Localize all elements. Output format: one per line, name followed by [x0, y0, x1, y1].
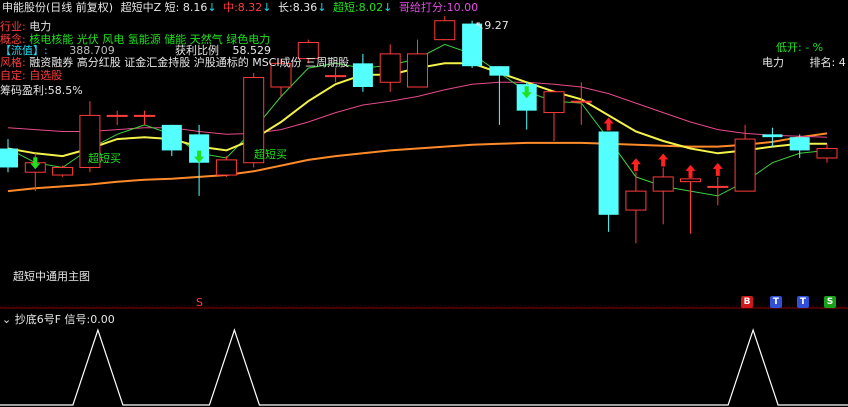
high-price-marker: ↖9.27	[475, 19, 509, 33]
ultra-label: 超短:	[332, 1, 359, 14]
ultra-value: 8.02	[358, 1, 384, 14]
short-label: 短:	[164, 1, 180, 14]
candle-body	[407, 53, 428, 88]
ma-mid-line	[7, 81, 828, 138]
sector-rank-row: 电力 排名: 4	[762, 56, 846, 70]
buy-signal-label: 超短买	[88, 152, 121, 165]
candle-body	[707, 185, 729, 188]
candle-body	[680, 178, 701, 183]
custom-label: 自定:	[0, 69, 26, 82]
indicator-name: 超短中Z	[120, 1, 162, 14]
sub-panel-header: ⌄ 抄底6号F 信号:0.00	[2, 313, 115, 327]
candle-body	[434, 20, 456, 41]
candle-body	[762, 134, 783, 138]
stock-title: 申能股份(日线 前复权)	[2, 1, 114, 14]
score-value: 10.00	[446, 1, 479, 14]
b-button[interactable]: B	[741, 296, 753, 308]
collapse-icon[interactable]: ⌄	[2, 313, 11, 326]
main-chart-name: 超短中通用主图	[13, 270, 90, 283]
buy-signal-label: 超短买	[254, 148, 287, 161]
signal-line	[0, 328, 848, 406]
rank-label: 排名:	[809, 56, 836, 69]
chip-label: 筹码盈利:	[0, 84, 48, 97]
style-value: 融资融券 高分红股 证金汇金持股 沪股通标的 MSCI成份 三周期股	[29, 56, 350, 69]
sector-value: 电力	[762, 56, 784, 69]
t-button[interactable]: T	[770, 296, 782, 308]
down-arrow-icon: ↓	[383, 1, 393, 14]
red-arrow-icon	[712, 162, 723, 176]
candle-body	[570, 100, 592, 103]
mid-label: 中:	[223, 1, 238, 14]
high-price-value: 9.27	[484, 19, 509, 32]
signal-value: 0.00	[90, 313, 115, 326]
style-label: 风格:	[0, 56, 26, 69]
sub-panel-title: 抄底6号F	[14, 313, 62, 326]
chip-value: 58.5%	[47, 84, 83, 97]
ma-long-line	[7, 132, 828, 193]
t-button-2[interactable]: T	[797, 296, 809, 308]
rank-value: 4	[838, 56, 846, 69]
candle-body	[0, 148, 18, 168]
candle-body	[215, 159, 237, 176]
open-low-row: 低开: - %	[776, 41, 823, 55]
candle-body	[106, 114, 128, 117]
long-value: 8.36	[292, 1, 318, 14]
candle-body	[789, 137, 810, 151]
candle-body	[52, 166, 74, 176]
signal-label: 信号:	[64, 313, 91, 326]
chart-header: 申能股份(日线 前复权) 超短中Z 短: 8.16↓ 中:8.32↓ 长:8.3…	[2, 1, 478, 15]
style-row: 风格: 融资融券 高分红股 证金汇金持股 沪股通标的 MSCI成份 三周期股	[0, 56, 349, 70]
mid-value: 8.32	[237, 1, 263, 14]
industry-label: 行业:	[0, 20, 26, 33]
candle-body	[816, 148, 838, 159]
s-button[interactable]: S	[824, 296, 836, 308]
candle-body	[598, 131, 619, 215]
short-value: 8.16	[182, 1, 208, 14]
red-arrow-icon	[658, 153, 669, 167]
candle-body	[489, 66, 510, 76]
candle-body	[625, 190, 647, 211]
score-label: 哥给打分:	[398, 1, 447, 14]
red-arrow-icon	[603, 117, 614, 131]
candle-body	[734, 138, 756, 192]
candle-body	[325, 75, 347, 78]
industry-row: 行业: 电力	[0, 20, 51, 34]
open-low-label: 低开:	[776, 41, 802, 54]
long-label: 长:	[278, 1, 293, 14]
industry-value: 电力	[29, 20, 52, 33]
candle-body	[161, 124, 182, 151]
arrow-icon: ↖	[475, 19, 485, 32]
candle-body	[652, 176, 674, 192]
candle-body	[379, 53, 401, 83]
down-arrow-icon: ↓	[317, 1, 327, 14]
custom-value: 自选股	[29, 69, 63, 82]
candle-body	[543, 91, 565, 114]
chip-row: 筹码盈利:58.5%	[0, 84, 83, 98]
custom-row: 自定: 自选股	[0, 69, 62, 83]
red-arrow-icon	[685, 164, 696, 178]
red-arrow-icon	[630, 158, 641, 172]
down-arrow-icon: ↓	[207, 1, 217, 14]
down-arrow-icon: ↓	[262, 1, 272, 14]
candle-body	[352, 63, 373, 87]
sell-marker: S	[196, 296, 203, 309]
candle-body	[134, 114, 155, 117]
open-low-value: - %	[805, 41, 824, 54]
